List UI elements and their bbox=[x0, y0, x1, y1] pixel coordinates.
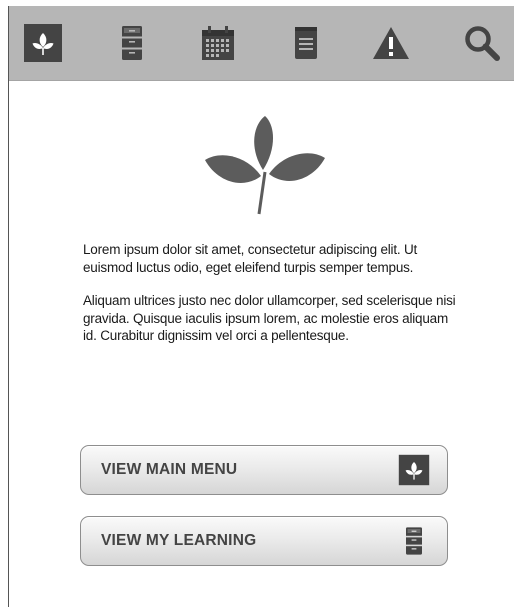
notes-button[interactable] bbox=[286, 23, 326, 63]
search-button[interactable] bbox=[462, 23, 502, 63]
calendar-button[interactable] bbox=[198, 23, 238, 63]
file-cabinet-icon bbox=[122, 26, 142, 60]
notepad-icon bbox=[295, 27, 317, 59]
view-my-learning-label: VIEW MY LEARNING bbox=[101, 532, 257, 549]
view-main-menu-button[interactable]: VIEW MAIN MENU bbox=[80, 445, 448, 495]
app-frame: Lorem ipsum dolor sit amet, consectetur … bbox=[8, 6, 514, 607]
view-my-learning-button[interactable]: VIEW MY LEARNING bbox=[80, 516, 448, 566]
leaf-logo-icon bbox=[24, 24, 62, 62]
home-button[interactable] bbox=[23, 23, 63, 63]
intro-text: Lorem ipsum dolor sit amet, consectetur … bbox=[83, 241, 463, 361]
calendar-icon bbox=[202, 26, 234, 60]
leaf-logo-icon bbox=[398, 454, 430, 486]
brand-leaf-logo bbox=[199, 114, 331, 218]
search-icon bbox=[465, 26, 500, 61]
top-toolbar bbox=[9, 6, 514, 81]
alerts-button[interactable] bbox=[371, 23, 411, 63]
intro-paragraph-2: Aliquam ultrices justo nec dolor ullamco… bbox=[83, 293, 456, 343]
file-cabinet-icon bbox=[406, 527, 422, 555]
leaf-logo-icon bbox=[205, 116, 325, 215]
warning-icon bbox=[373, 27, 409, 59]
view-main-menu-label: VIEW MAIN MENU bbox=[101, 461, 238, 478]
file-cabinet-button[interactable] bbox=[112, 23, 152, 63]
intro-paragraph-1: Lorem ipsum dolor sit amet, consectetur … bbox=[83, 242, 418, 275]
